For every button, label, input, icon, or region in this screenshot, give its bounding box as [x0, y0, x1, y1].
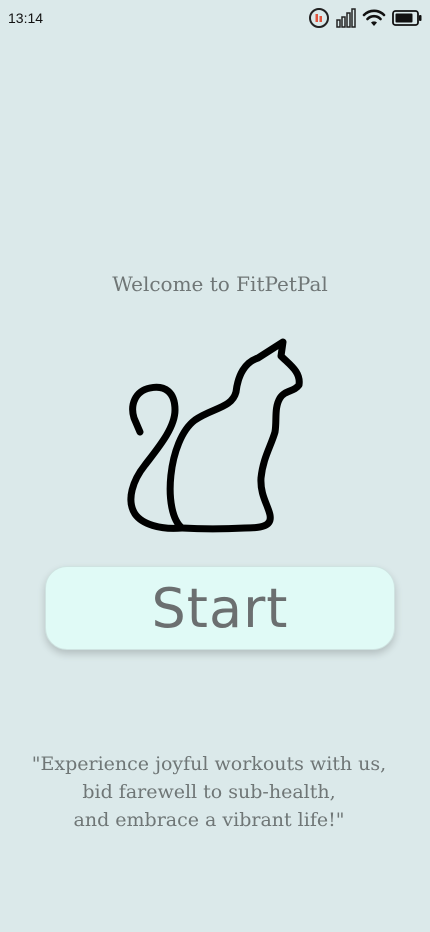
data-saver-icon — [308, 7, 330, 29]
cat-silhouette-icon — [124, 334, 314, 539]
status-bar: 13:14 — [0, 0, 430, 36]
battery-icon — [392, 9, 422, 27]
start-button[interactable]: Start — [45, 566, 395, 650]
cellular-signal-icon — [336, 8, 356, 28]
status-time: 13:14 — [8, 10, 44, 26]
quote-line-1: "Experience joyful workouts with us, — [31, 753, 387, 775]
wifi-icon — [362, 8, 386, 28]
quote-line-3: and embrace a vibrant life!" — [73, 809, 345, 831]
welcome-heading: Welcome to FitPetPal — [112, 272, 328, 296]
status-icons — [308, 6, 422, 30]
quote-line-2: bid farewell to sub-health, — [82, 781, 336, 803]
start-button-label: Start — [151, 576, 289, 640]
motivational-quote: "Experience joyful workouts with us, bid… — [0, 750, 418, 834]
